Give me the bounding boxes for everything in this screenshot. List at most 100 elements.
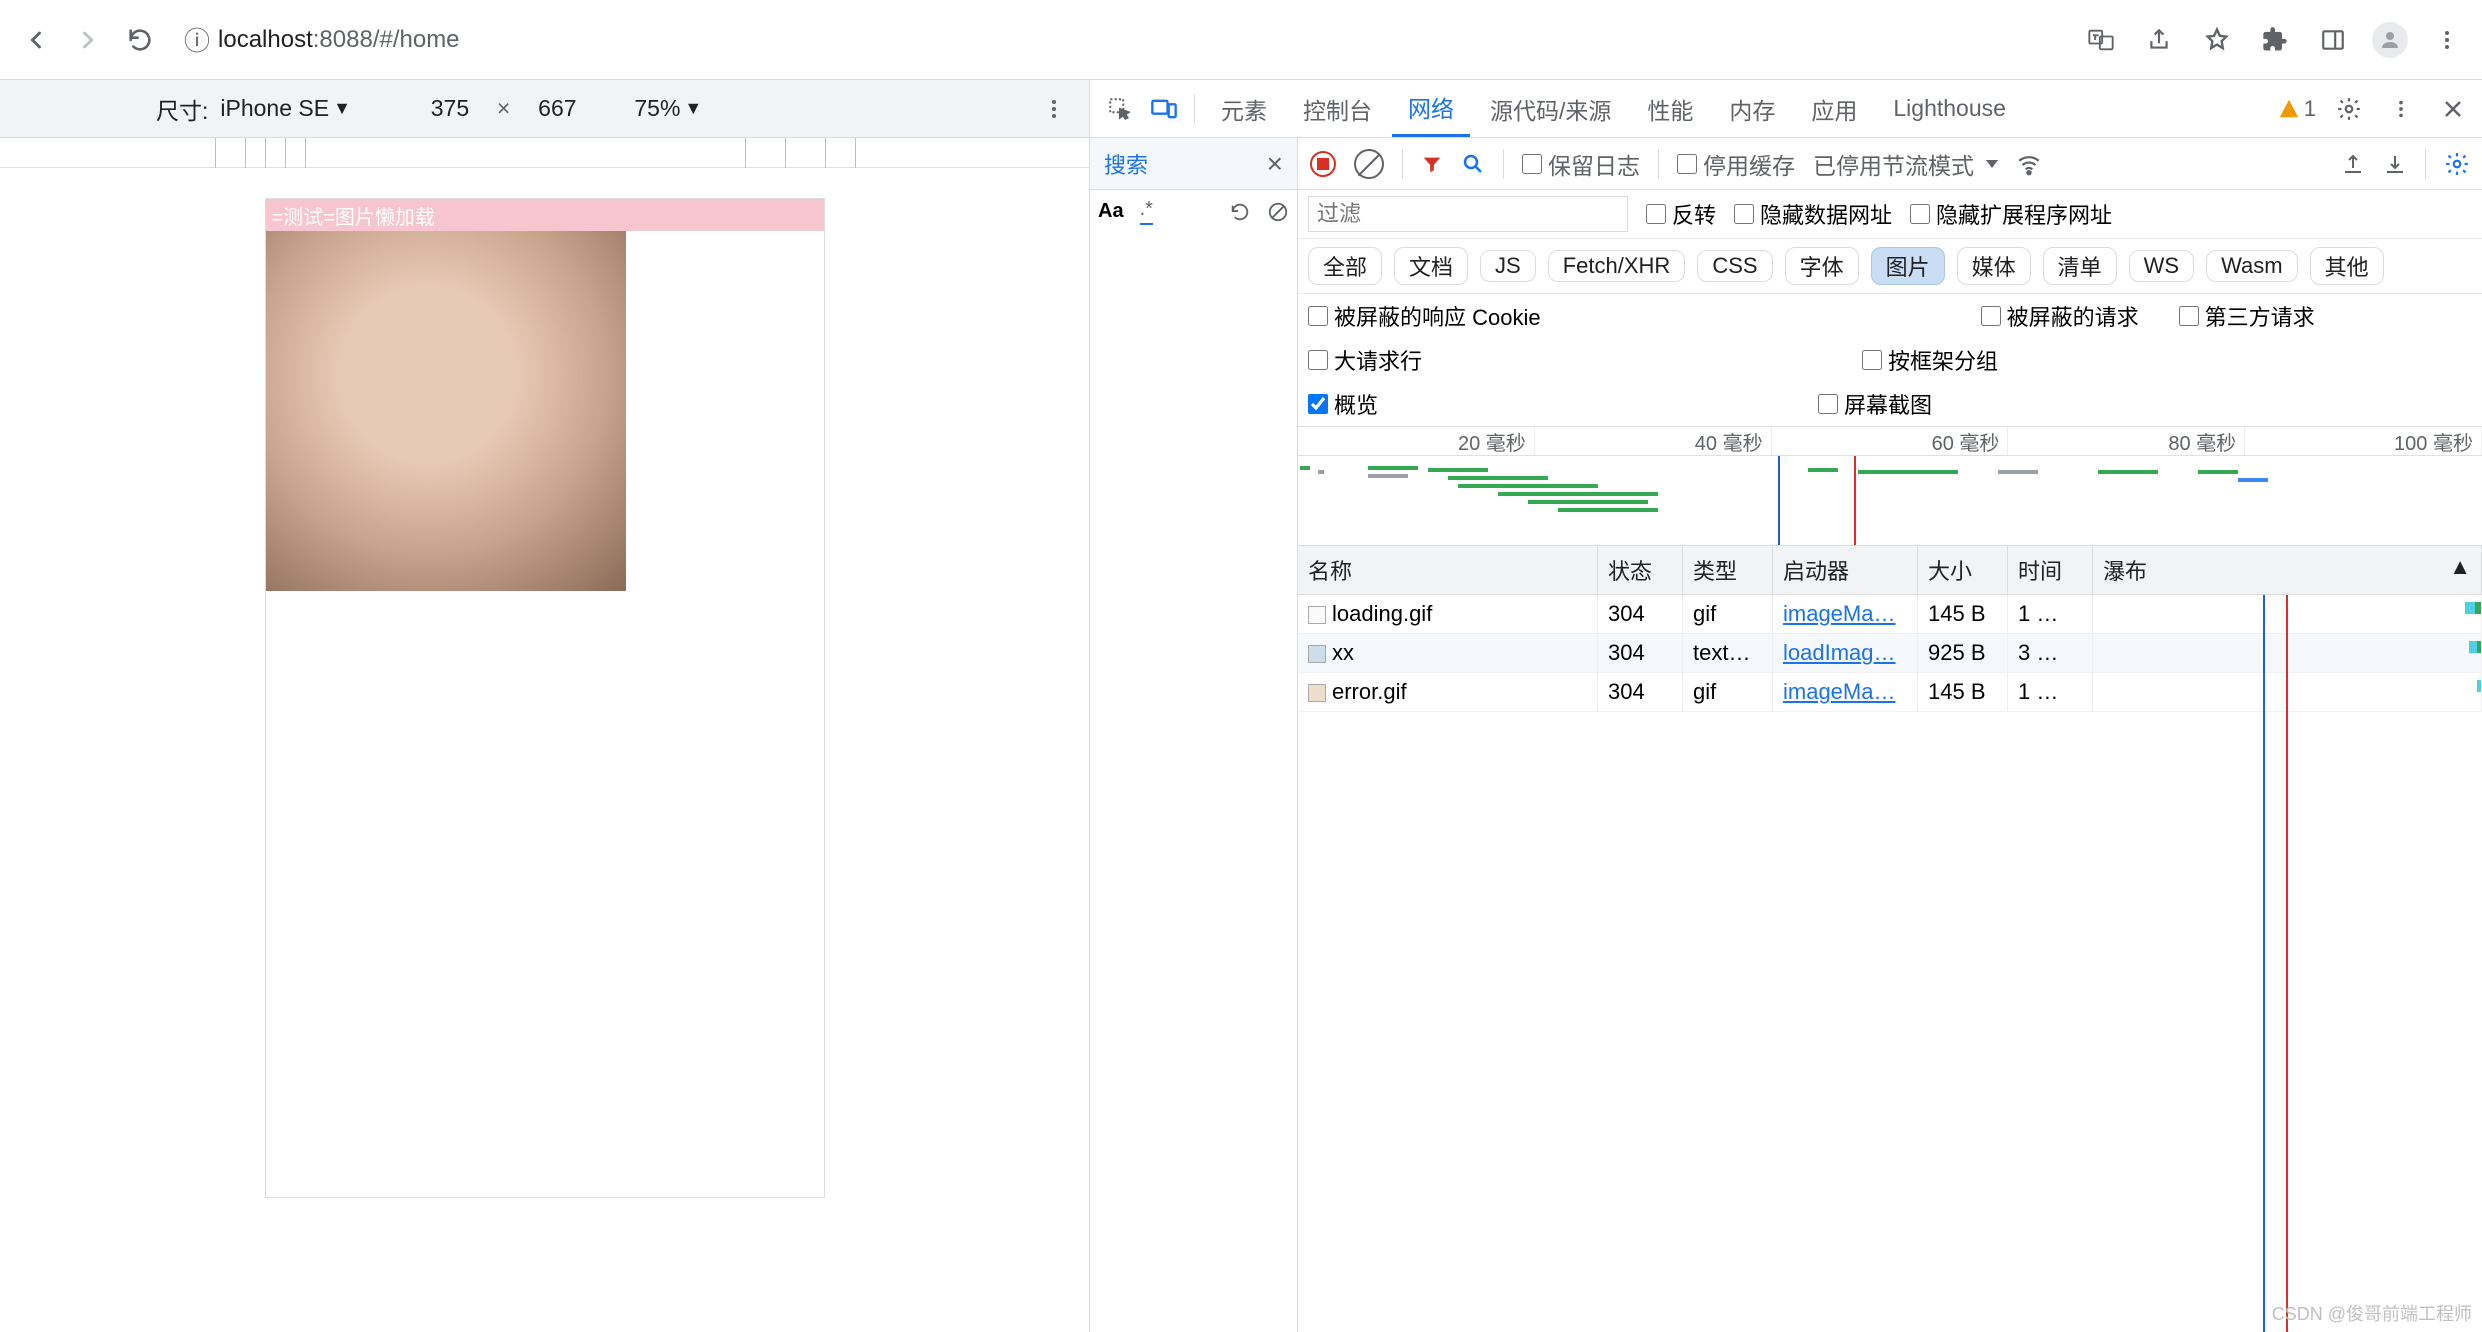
back-button[interactable] <box>16 20 56 60</box>
col-status-header[interactable]: 状态 <box>1598 546 1683 594</box>
filter-ws[interactable]: WS <box>2129 250 2194 282</box>
filter-css[interactable]: CSS <box>1697 250 1772 282</box>
table-header: 名称 状态 类型 启动器 大小 时间 瀑布▲ <box>1298 546 2482 595</box>
filter-wasm[interactable]: Wasm <box>2206 250 2298 282</box>
hide-data-urls-checkbox[interactable]: 隐藏数据网址 <box>1734 198 1892 230</box>
filter-media[interactable]: 媒体 <box>1957 247 2031 285</box>
tab-console[interactable]: 控制台 <box>1287 80 1388 137</box>
filter-manifest[interactable]: 清单 <box>2043 247 2117 285</box>
group-by-frame-checkbox[interactable]: 按框架分组 <box>1862 344 1998 376</box>
network-settings-icon[interactable] <box>2444 151 2470 177</box>
csdn-watermark: CSDN @俊哥前端工程师 <box>2272 1300 2472 1326</box>
tab-application[interactable]: 应用 <box>1795 80 1873 137</box>
export-har-icon[interactable] <box>2383 152 2407 176</box>
req-type: gif <box>1683 673 1773 711</box>
col-initiator-header[interactable]: 启动器 <box>1773 546 1918 594</box>
filter-input[interactable] <box>1308 196 1628 232</box>
reload-button[interactable] <box>120 20 160 60</box>
tab-memory[interactable]: 内存 <box>1713 80 1791 137</box>
blocked-response-cookies-checkbox[interactable]: 被屏蔽的响应 Cookie <box>1308 300 1541 332</box>
search-tab-label[interactable]: 搜索 <box>1104 148 1148 180</box>
device-name: iPhone SE <box>220 95 329 122</box>
network-main: 反转 隐藏数据网址 隐藏扩展程序网址 全部 文档 JS Fetch/XHR CS… <box>1298 190 2482 1332</box>
preserve-log-checkbox[interactable]: 保留日志 <box>1522 147 1640 181</box>
hide-extension-urls-checkbox[interactable]: 隐藏扩展程序网址 <box>1910 198 2112 230</box>
table-row[interactable]: xx 304 text… loadImag… 925 B 3 … <box>1298 634 2482 673</box>
tab-network[interactable]: 网络 <box>1392 80 1470 137</box>
tab-elements[interactable]: 元素 <box>1205 80 1283 137</box>
import-har-icon[interactable] <box>2341 152 2365 176</box>
clear-search-icon[interactable] <box>1267 201 1289 223</box>
match-case-toggle[interactable]: Aa <box>1098 200 1124 223</box>
share-icon[interactable] <box>2140 21 2178 59</box>
forward-button[interactable] <box>68 20 108 60</box>
height-input[interactable]: 667 <box>522 95 592 122</box>
blocked-requests-checkbox[interactable]: 被屏蔽的请求 <box>1981 300 2139 332</box>
filter-icon[interactable] <box>1421 153 1443 175</box>
regex-toggle[interactable]: .* <box>1140 198 1153 225</box>
req-initiator[interactable]: loadImag… <box>1783 640 1896 665</box>
third-party-checkbox[interactable]: 第三方请求 <box>2179 300 2315 332</box>
toggle-device-icon[interactable] <box>1144 80 1184 137</box>
table-row[interactable]: loading.gif 304 gif imageMa… 145 B 1 … <box>1298 595 2482 634</box>
req-status: 304 <box>1598 634 1683 672</box>
filter-other[interactable]: 其他 <box>2310 247 2384 285</box>
width-input[interactable]: 375 <box>415 95 485 122</box>
bookmark-star-icon[interactable] <box>2198 21 2236 59</box>
tab-performance[interactable]: 性能 <box>1631 80 1709 137</box>
devtools-more-icon[interactable] <box>2382 90 2420 128</box>
invert-checkbox[interactable]: 反转 <box>1646 198 1716 230</box>
dimension-x: × <box>497 95 510 122</box>
col-name-header[interactable]: 名称 <box>1298 546 1598 594</box>
timeline-tick: 20 毫秒 <box>1298 427 1535 455</box>
large-rows-checkbox[interactable]: 大请求行 <box>1308 344 1422 376</box>
network-conditions-icon[interactable] <box>2016 151 2042 177</box>
req-initiator[interactable]: imageMa… <box>1783 679 1895 704</box>
table-body: loading.gif 304 gif imageMa… 145 B 1 … x… <box>1298 595 2482 1332</box>
extensions-icon[interactable] <box>2256 21 2294 59</box>
issues-badge[interactable]: 1 <box>2278 96 2316 122</box>
col-time-header[interactable]: 时间 <box>2008 546 2093 594</box>
filter-js[interactable]: JS <box>1480 250 1536 282</box>
tab-lighthouse[interactable]: Lighthouse <box>1877 80 2022 137</box>
throttle-select[interactable]: 已停用节流模式 <box>1813 147 1998 181</box>
chrome-menu-icon[interactable] <box>2428 21 2466 59</box>
issues-count: 1 <box>2304 96 2316 122</box>
close-devtools-icon[interactable] <box>2434 90 2472 128</box>
dimensions-label: 尺寸: <box>156 92 208 126</box>
zoom-select[interactable]: 75% ▼ <box>634 95 702 122</box>
throttle-value: 已停用节流模式 <box>1813 147 1974 181</box>
req-type: text… <box>1683 634 1773 672</box>
search-icon[interactable] <box>1461 152 1485 176</box>
sidepanel-icon[interactable] <box>2314 21 2352 59</box>
tab-sources[interactable]: 源代码/来源 <box>1474 80 1627 137</box>
device-more-menu[interactable] <box>1035 90 1073 128</box>
capture-screenshots-checkbox[interactable]: 屏幕截图 <box>1818 388 1932 420</box>
page-header: =测试=图片懒加载 <box>266 199 824 231</box>
disable-cache-checkbox[interactable]: 停用缓存 <box>1677 147 1795 181</box>
clear-button[interactable] <box>1354 149 1384 179</box>
settings-icon[interactable] <box>2330 90 2368 128</box>
filter-fetch[interactable]: Fetch/XHR <box>1548 250 1686 282</box>
record-button[interactable] <box>1310 151 1336 177</box>
table-row[interactable]: error.gif 304 gif imageMa… 145 B 1 … <box>1298 673 2482 712</box>
close-search-icon[interactable]: × <box>1267 148 1283 180</box>
device-frame[interactable]: =测试=图片懒加载 Ruan 瞪 <box>265 198 825 1198</box>
filter-all[interactable]: 全部 <box>1308 247 1382 285</box>
inspect-element-icon[interactable] <box>1100 80 1140 137</box>
url-bar[interactable]: ⓘ localhost:8088/#/home <box>172 21 2070 58</box>
col-waterfall-header[interactable]: 瀑布▲ <box>2093 546 2482 594</box>
col-size-header[interactable]: 大小 <box>1918 546 2008 594</box>
translate-icon[interactable] <box>2082 21 2120 59</box>
profile-avatar[interactable] <box>2372 22 2408 58</box>
timeline-overview[interactable] <box>1298 456 2482 546</box>
req-initiator[interactable]: imageMa… <box>1783 601 1895 626</box>
show-overview-checkbox[interactable]: 概览 <box>1308 388 1378 420</box>
col-type-header[interactable]: 类型 <box>1683 546 1773 594</box>
site-info-icon[interactable]: ⓘ <box>184 21 210 58</box>
filter-font[interactable]: 字体 <box>1785 247 1859 285</box>
filter-doc[interactable]: 文档 <box>1394 247 1468 285</box>
filter-img[interactable]: 图片 <box>1871 247 1945 285</box>
device-select[interactable]: iPhone SE ▼ <box>220 95 351 122</box>
refresh-search-icon[interactable] <box>1229 201 1251 223</box>
